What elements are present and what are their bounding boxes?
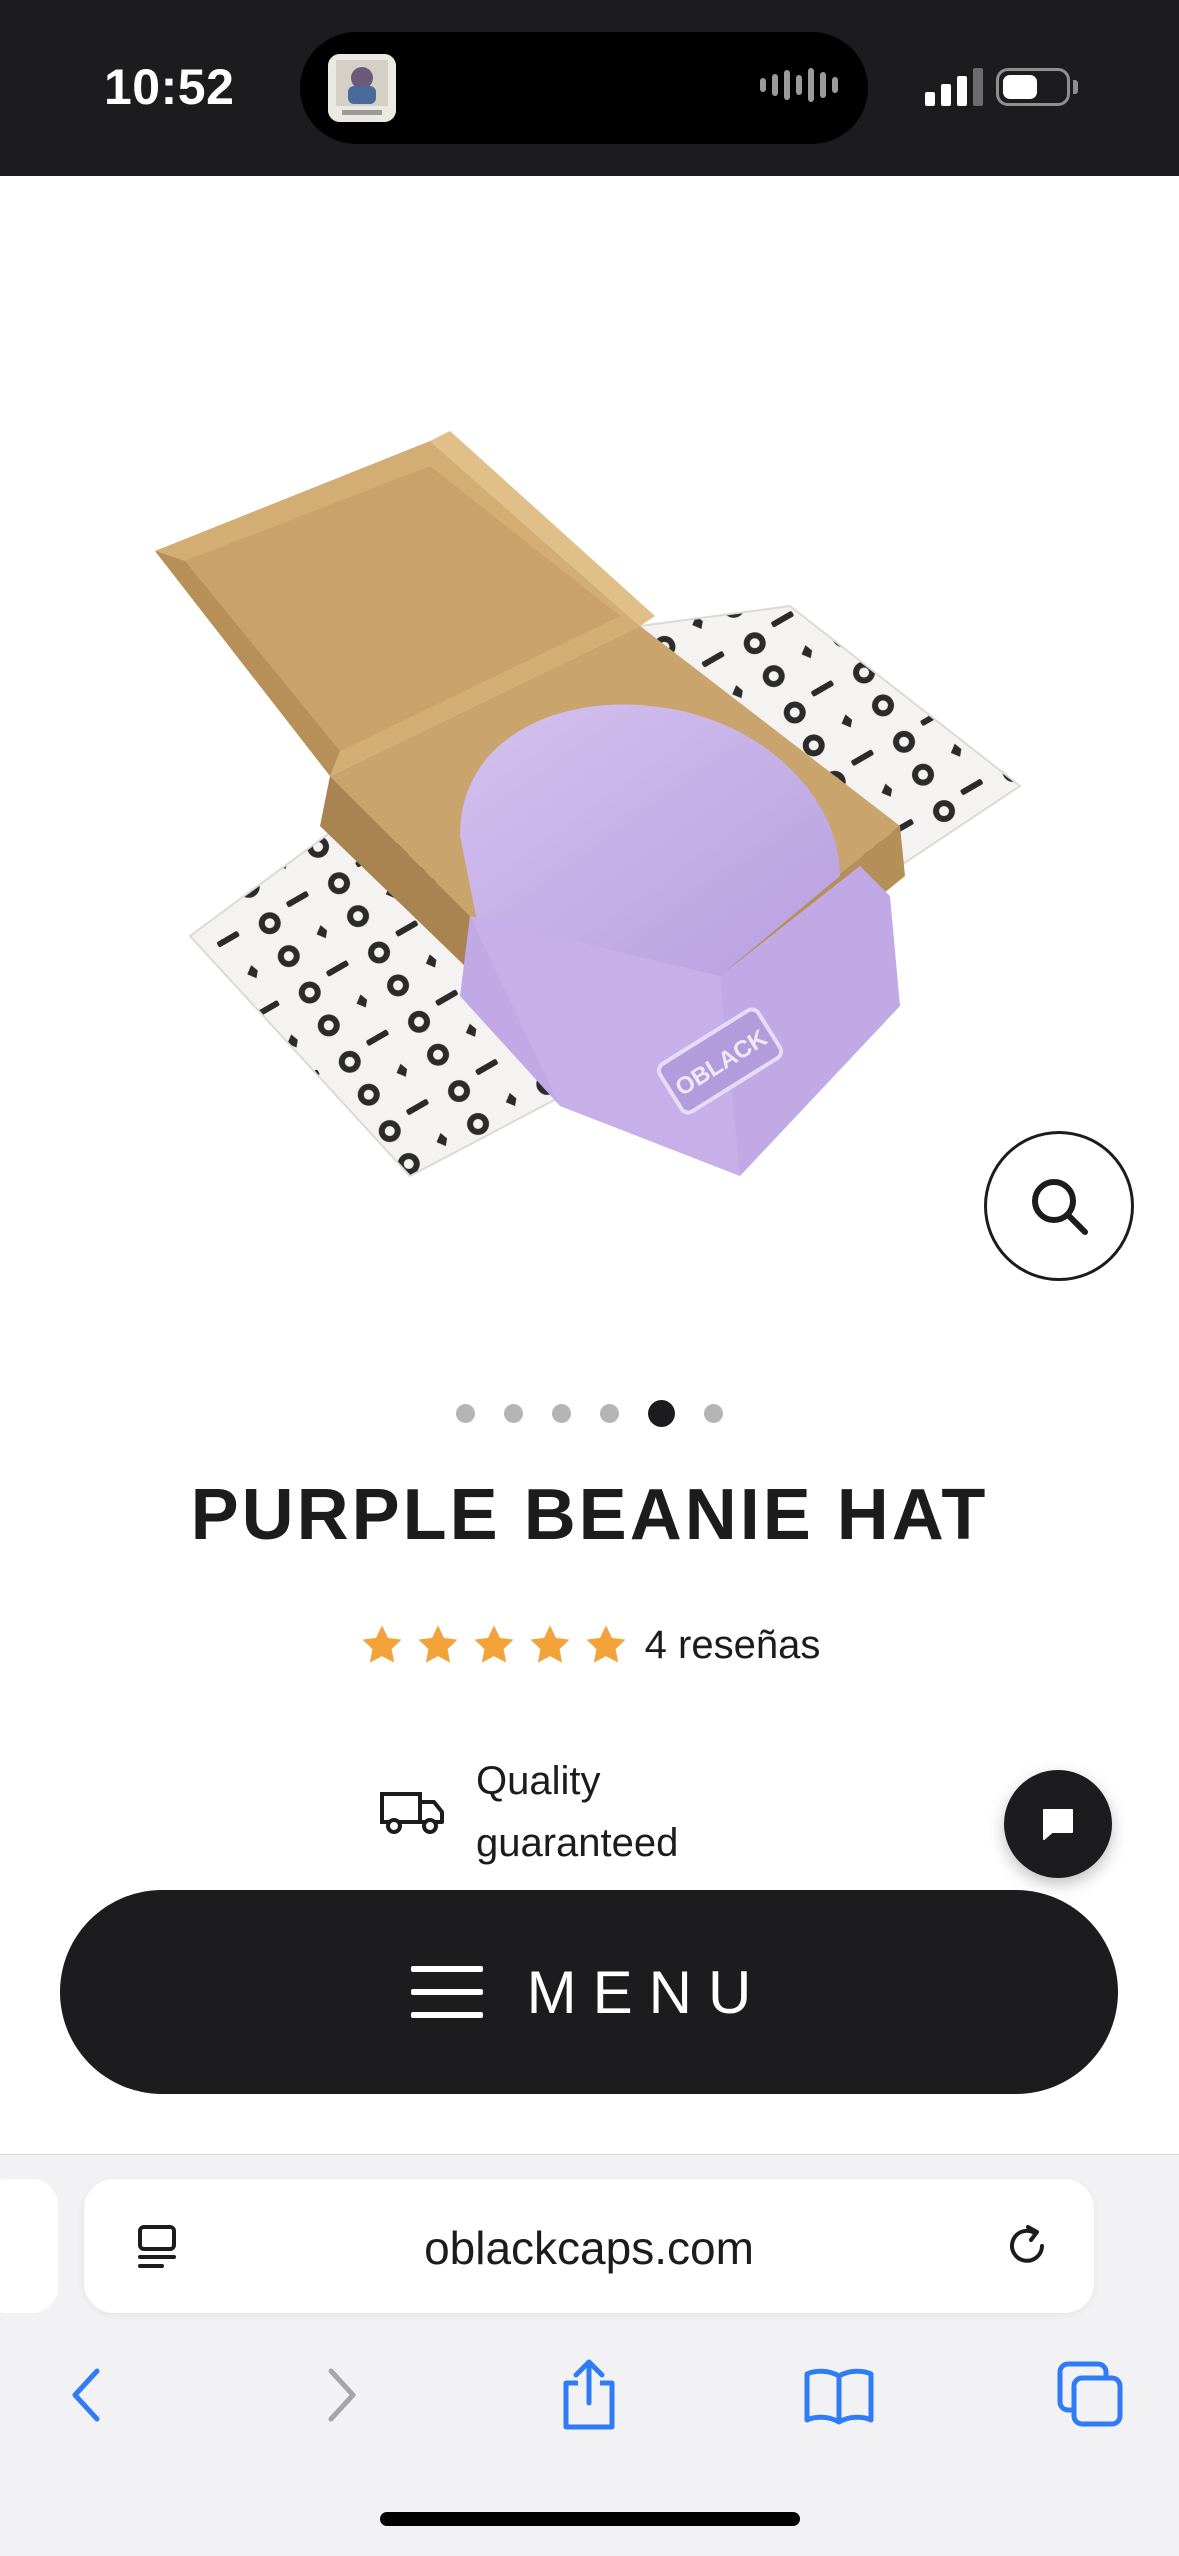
browser-toolbar xyxy=(0,2345,1179,2445)
battery-tip xyxy=(1073,80,1078,94)
share-button[interactable] xyxy=(544,2345,634,2445)
carousel-dot[interactable] xyxy=(648,1400,675,1427)
product-gallery[interactable]: OBLACK xyxy=(0,176,1179,1356)
reload-icon[interactable] xyxy=(1000,2219,1054,2273)
star-icon xyxy=(474,1625,514,1663)
zoom-button[interactable] xyxy=(984,1131,1134,1281)
chat-bubble-icon xyxy=(1043,1809,1073,1840)
star-rating xyxy=(359,1622,629,1668)
back-button[interactable] xyxy=(42,2345,132,2445)
previous-tab[interactable] xyxy=(0,2179,58,2313)
star-icon xyxy=(418,1625,458,1663)
bookmarks-button[interactable] xyxy=(794,2345,884,2445)
carousel-dot[interactable] xyxy=(552,1404,571,1423)
carousel-dot[interactable] xyxy=(504,1404,523,1423)
dynamic-island[interactable] xyxy=(300,32,868,144)
url-text[interactable]: oblackcaps.com xyxy=(84,2221,1094,2275)
product-title: PURPLE BEANIE HAT xyxy=(190,1475,989,1555)
browser-bar: oblackcaps.com xyxy=(0,2154,1179,2556)
back-icon xyxy=(72,2368,100,2422)
search-icon xyxy=(1032,1179,1088,1235)
audio-waveform-icon xyxy=(760,68,838,102)
menu-label: MENU xyxy=(526,1958,768,2026)
carousel-dot[interactable] xyxy=(704,1404,723,1423)
reviews-link[interactable]: 4 reseñas xyxy=(645,1623,821,1668)
tabs-icon xyxy=(1057,2361,1123,2427)
chat-button[interactable] xyxy=(1004,1770,1112,1878)
forward-button[interactable] xyxy=(296,2345,386,2445)
forward-icon xyxy=(328,2368,356,2422)
hamburger-icon xyxy=(410,1966,483,2018)
battery-icon xyxy=(996,68,1070,106)
truck-icon xyxy=(380,1792,444,1834)
now-playing-artwork xyxy=(328,54,396,122)
address-bar[interactable]: oblackcaps.com xyxy=(84,2179,1094,2313)
share-icon xyxy=(563,2359,615,2430)
tabs-button[interactable] xyxy=(1046,2345,1136,2445)
product-rating[interactable]: 4 reseñas xyxy=(0,1622,1179,1668)
carousel-dot[interactable] xyxy=(456,1404,475,1423)
feature-text: Quality guaranteed xyxy=(476,1759,679,1865)
carousel-dot[interactable] xyxy=(600,1404,619,1423)
star-icon xyxy=(530,1625,570,1663)
home-indicator xyxy=(380,2512,800,2526)
star-icon xyxy=(362,1625,402,1663)
menu-button[interactable]: MENU xyxy=(60,1890,1118,2094)
status-bar: 10:52 xyxy=(0,0,1179,176)
signal-icon xyxy=(925,68,983,106)
star-icon xyxy=(586,1625,626,1663)
feature-quality: Quality guaranteed xyxy=(378,1750,716,1874)
status-time: 10:52 xyxy=(104,59,235,115)
carousel-dots[interactable] xyxy=(0,1400,1179,1427)
bookmarks-icon xyxy=(804,2368,874,2425)
